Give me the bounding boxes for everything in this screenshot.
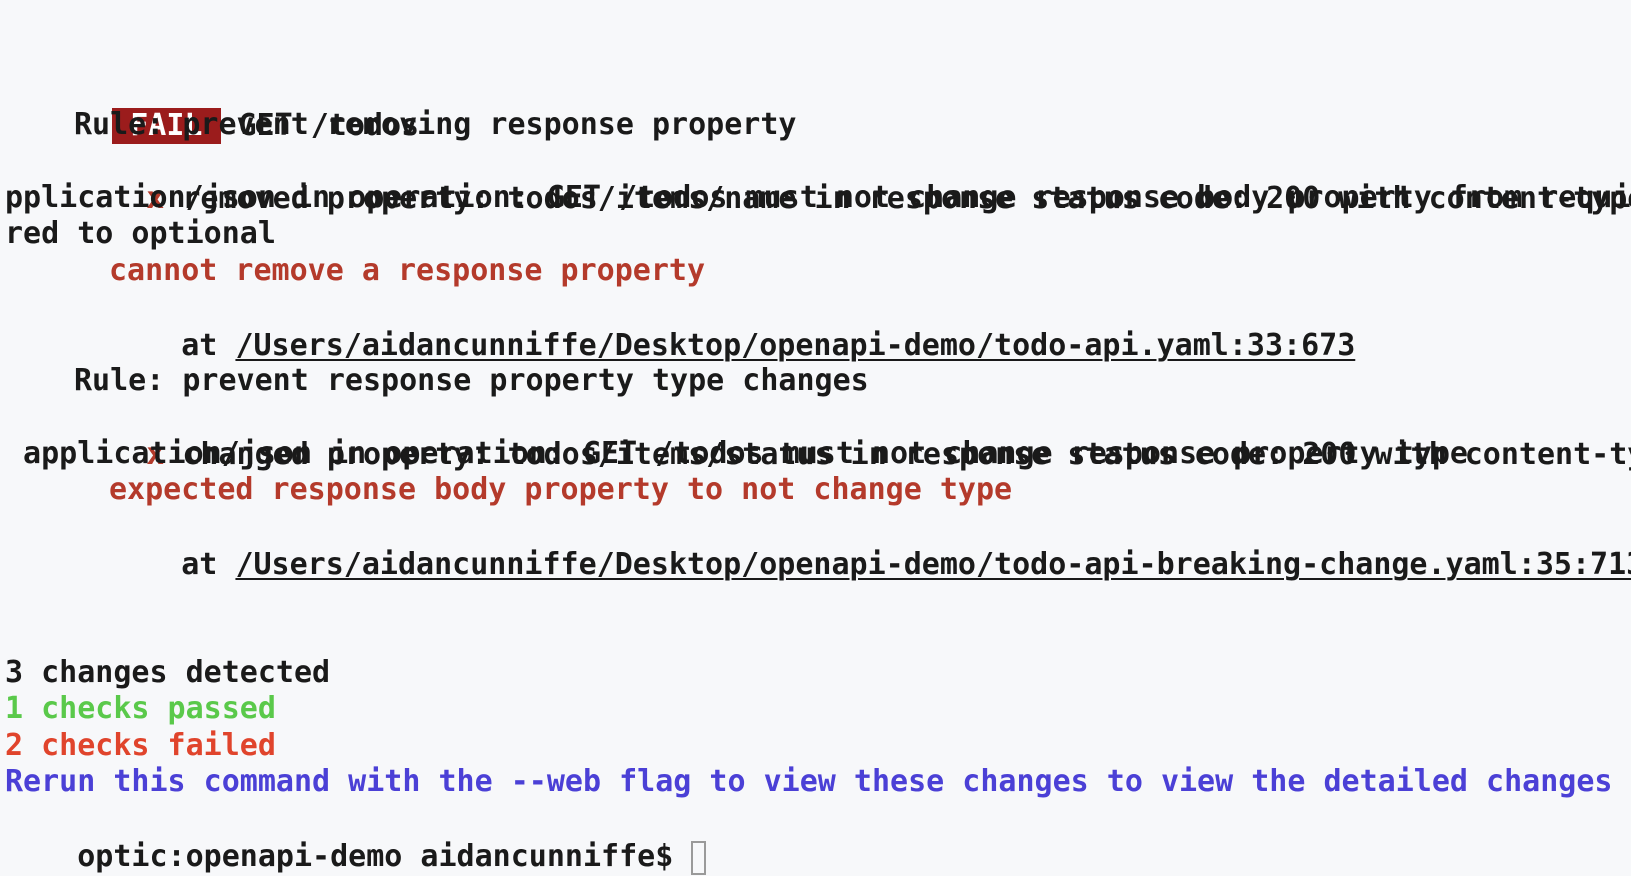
rule-message-line: red to optional [5,216,276,251]
rule-location: at /Users/aidancunniffe/Desktop/openapi-… [109,289,1355,363]
file-location-link[interactable]: /Users/aidancunniffe/Desktop/openapi-dem… [235,328,1355,363]
rule-message-line: x changed property: todos/items/status i… [74,398,1631,472]
rule-message-line: pplication/json in operation: GET /todos… [5,180,1631,215]
rule-title: Rule: prevent removing response property [74,107,797,142]
checks-failed: 2 checks failed [5,728,276,763]
cursor-icon[interactable] [691,841,707,875]
checks-passed: 1 checks passed [5,691,276,726]
at-label: at [181,328,218,363]
rule-error: cannot remove a response property [109,253,706,288]
rule-message-line: application/json in operation: GET /todo… [5,436,1468,471]
shell-prompt-line[interactable]: optic:openapi-demo aidancunniffe$ [5,800,707,875]
rule-title: Rule: prevent response property type cha… [74,363,869,398]
rerun-hint: Rerun this command with the --web flag t… [5,764,1613,799]
shell-prompt: optic:openapi-demo aidancunniffe$ [77,839,674,874]
terminal-window[interactable]: FAIL GET /todos Rule: prevent removing re… [0,0,1631,876]
rule-message-line: x removed property: todos/items/name in … [74,142,1631,216]
at-label: at [181,547,218,582]
rule-location: at /Users/aidancunniffe/Desktop/openapi-… [109,508,1631,582]
result-header: FAIL GET /todos [40,69,419,144]
rule-error: expected response body property to not c… [109,472,1013,507]
file-location-link[interactable]: /Users/aidancunniffe/Desktop/openapi-dem… [235,547,1631,582]
changes-detected: 3 changes detected [5,655,331,690]
